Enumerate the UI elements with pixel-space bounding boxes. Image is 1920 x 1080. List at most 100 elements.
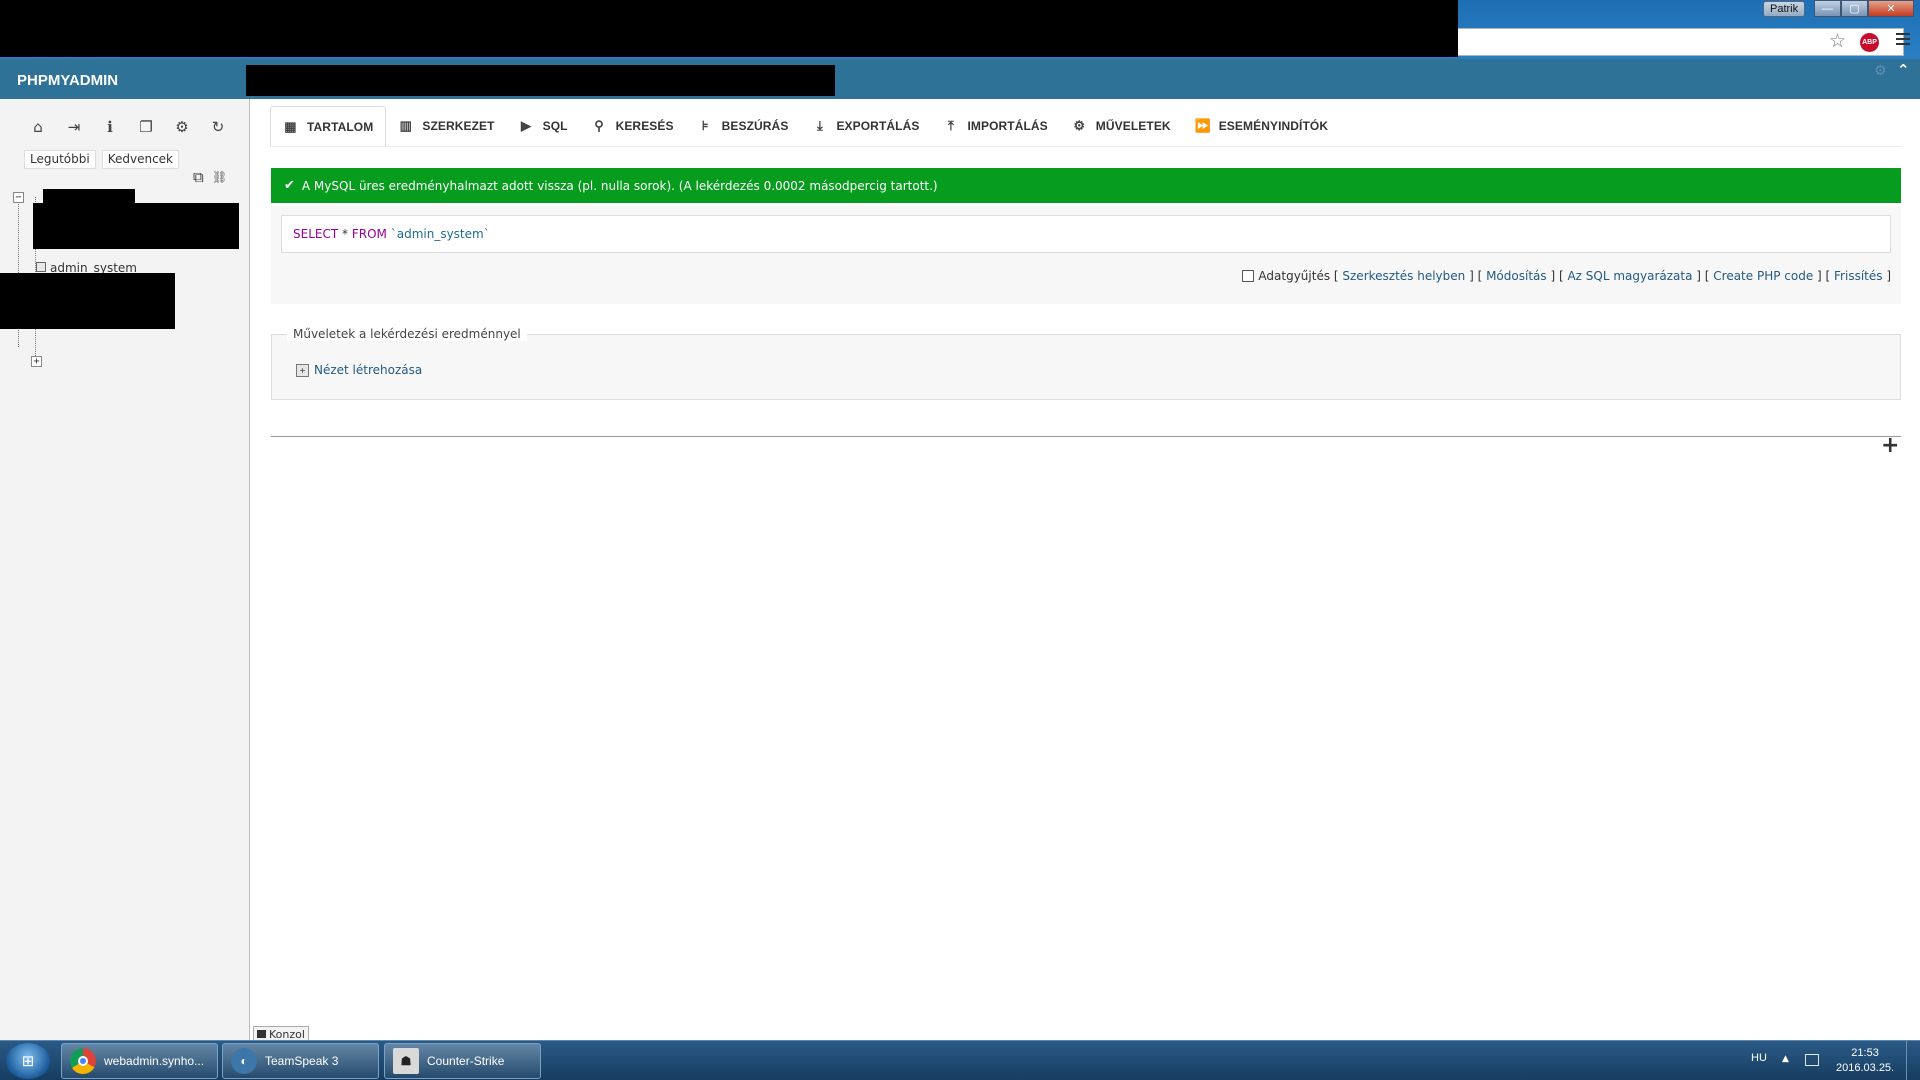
tab-search[interactable]: ⚲ KERESÉS [580, 106, 686, 146]
tree-expand-toggle[interactable]: + [31, 356, 42, 367]
sql-star: * [342, 227, 349, 241]
chrome-icon [70, 1048, 96, 1074]
query-options: Adatgyűjtés [ Szerkesztés helyben ] [ Mó… [1242, 269, 1891, 283]
tab-insert[interactable]: ⊧ BESZÚRÁS [686, 106, 801, 146]
profile-badge[interactable]: Patrik [1763, 1, 1806, 17]
bracket: ] [ [1692, 269, 1714, 283]
pma-logo[interactable]: PHPMYADMIN [17, 72, 118, 89]
bookmark-star-icon[interactable]: ☆ [1829, 31, 1846, 51]
import-icon: ⤒ [948, 118, 954, 133]
adblock-icon[interactable]: ABP [1860, 33, 1879, 52]
query-results-operations: Műveletek a lekérdezési eredménnyel + Né… [271, 327, 1901, 400]
navigation-sidebar: ⌂ ⇥ ℹ ❐ ⚙ ↻ Legutóbbi Kedvencek ⧉ ⛓ − + … [0, 99, 250, 1040]
table-icon: ▦ [284, 118, 297, 134]
tab-label: EXPORTÁLÁS [836, 119, 920, 133]
tab-label: SZERKEZET [422, 119, 495, 133]
taskbar-item-label: webadmin.synho... [104, 1054, 205, 1068]
redacted-browser-tabs [0, 0, 1458, 57]
link-with-main-icon[interactable]: ⛓ [212, 170, 227, 184]
sql-query-panel: SELECT * FROM `admin_system` Adatgyűjtés… [271, 206, 1901, 304]
insert-icon: ⊧ [701, 118, 709, 133]
main-content: ▦ TARTALOM ▥ SZERKEZET ▶ SQL ⚲ KERESÉS ⊧ BESZ… [251, 99, 1920, 1040]
docs-icon[interactable]: ❐ [134, 115, 158, 139]
edit-link[interactable]: Módosítás [1486, 269, 1547, 283]
settings-gear-icon[interactable]: ⚙ [1874, 63, 1887, 79]
operations-legend: Műveletek a lekérdezési eredménnyel [287, 327, 527, 341]
home-icon[interactable]: ⌂ [26, 115, 50, 139]
sidebar-nav-icons: ⌂ ⇥ ℹ ❐ ⚙ ↻ [26, 115, 230, 139]
tab-divider [270, 146, 1901, 147]
table-tabs: ▦ TARTALOM ▥ SZERKEZET ▶ SQL ⚲ KERESÉS ⊧ BESZ… [270, 99, 1901, 146]
checkmark-icon: ✔ [284, 178, 295, 193]
sql-icon: ▶ [521, 118, 532, 133]
console-toggle[interactable]: Konzol [253, 1026, 309, 1041]
pma-top-bar: PHPMYADMIN ⚙ ⌃ [0, 59, 1920, 99]
tray-expand-icon[interactable]: ▲ [1782, 1054, 1789, 1064]
redacted-server-name [43, 189, 135, 203]
taskbar-item-label: TeamSpeak 3 [265, 1054, 339, 1068]
sql-table-name: `admin_system` [390, 227, 490, 241]
gear-icon: ⚙ [1073, 118, 1086, 133]
tab-favorites[interactable]: Kedvencek [101, 150, 179, 169]
sql-keyword-from: FROM [351, 227, 387, 241]
tab-browse[interactable]: ▦ TARTALOM [270, 106, 387, 146]
view-icon: + [296, 363, 309, 377]
clock-time: 21:53 [1851, 1047, 1879, 1059]
language-indicator[interactable]: HU [1751, 1052, 1767, 1064]
logout-icon[interactable]: ⇥ [62, 115, 86, 139]
export-icon: ⤓ [817, 118, 823, 133]
profiling-label: Adatgyűjtés [1258, 269, 1331, 283]
recent-favorites-tabs: Legutóbbi Kedvencek [24, 150, 179, 169]
settings-icon[interactable]: ⚙ [170, 115, 194, 139]
maximize-button[interactable]: ▢ [1841, 0, 1868, 17]
structure-icon: ▥ [399, 118, 413, 133]
edit-inline-link[interactable]: Szerkesztés helyben [1342, 269, 1465, 283]
taskbar-item-chrome[interactable]: webadmin.synho... [61, 1043, 218, 1079]
show-desktop-button[interactable] [1906, 1041, 1920, 1080]
tab-structure[interactable]: ▥ SZERKEZET [386, 106, 506, 146]
console-icon [257, 1030, 266, 1038]
redacted-database-list [33, 203, 239, 249]
reload-icon[interactable]: ↻ [206, 115, 230, 139]
bracket: ] [ [1546, 269, 1568, 283]
collapse-all-icon[interactable]: ⧉ [193, 168, 204, 186]
tab-triggers[interactable]: ⏩ ESEMÉNYINDÍTÓK [1183, 106, 1340, 146]
expand-plus-icon[interactable]: + [1881, 433, 1899, 458]
tab-import[interactable]: ⤒ IMPORTÁLÁS [931, 106, 1059, 146]
tab-operations[interactable]: ⚙ MŰVELETEK [1060, 106, 1183, 146]
window-controls: — ▢ ✕ [1814, 0, 1914, 17]
collapse-topbar-icon[interactable]: ⌃ [1897, 61, 1910, 79]
tab-label: BESZÚRÁS [721, 119, 789, 133]
browser-menu-icon[interactable] [1896, 32, 1910, 46]
console-label: Konzol [269, 1027, 305, 1041]
start-button[interactable]: ⊞ [6, 1043, 50, 1079]
browser-chrome: Patrik — ▢ ✕ ☆ ABP [0, 0, 1920, 59]
create-view-label: Nézet létrehozása [314, 363, 423, 377]
taskbar-item-counter-strike[interactable]: ☗ Counter-Strike [384, 1043, 541, 1079]
close-button[interactable]: ✕ [1868, 0, 1914, 17]
notice-text: A MySQL üres eredményhalmazt adott vissz… [301, 178, 938, 193]
success-notice: ✔ A MySQL üres eredményhalmazt adott vis… [271, 168, 1901, 203]
create-view-link[interactable]: + Nézet létrehozása [296, 363, 422, 377]
tab-label: ESEMÉNYINDÍTÓK [1218, 119, 1329, 133]
network-icon[interactable] [1805, 1054, 1819, 1066]
system-clock[interactable]: 21:53 2016.03.25. [1836, 1046, 1894, 1076]
create-php-code-link[interactable]: Create PHP code [1713, 269, 1813, 283]
refresh-link[interactable]: Frissítés [1834, 269, 1882, 283]
tab-recent[interactable]: Legutóbbi [24, 150, 96, 169]
sql-query-box[interactable]: SELECT * FROM `admin_system` [281, 215, 1891, 253]
minimize-button[interactable]: — [1814, 0, 1841, 17]
taskbar-item-teamspeak[interactable]: ◐ TeamSpeak 3 [222, 1043, 379, 1079]
profiling-checkbox[interactable] [1242, 270, 1255, 282]
tab-label: SQL [542, 119, 568, 133]
tab-label: IMPORTÁLÁS [967, 119, 1048, 133]
teamspeak-icon: ◐ [231, 1048, 257, 1074]
tree-expand-toggle[interactable]: − [13, 192, 24, 203]
explain-sql-link[interactable]: Az SQL magyarázata [1567, 269, 1692, 283]
bracket: ] [ [1465, 269, 1487, 283]
sql-keyword-select: SELECT [293, 227, 339, 241]
info-icon[interactable]: ℹ [98, 115, 122, 139]
tab-export[interactable]: ⤓ EXPORTÁLÁS [800, 106, 931, 146]
tab-sql[interactable]: ▶ SQL [507, 106, 580, 146]
bracket: ] [ [1813, 269, 1835, 283]
